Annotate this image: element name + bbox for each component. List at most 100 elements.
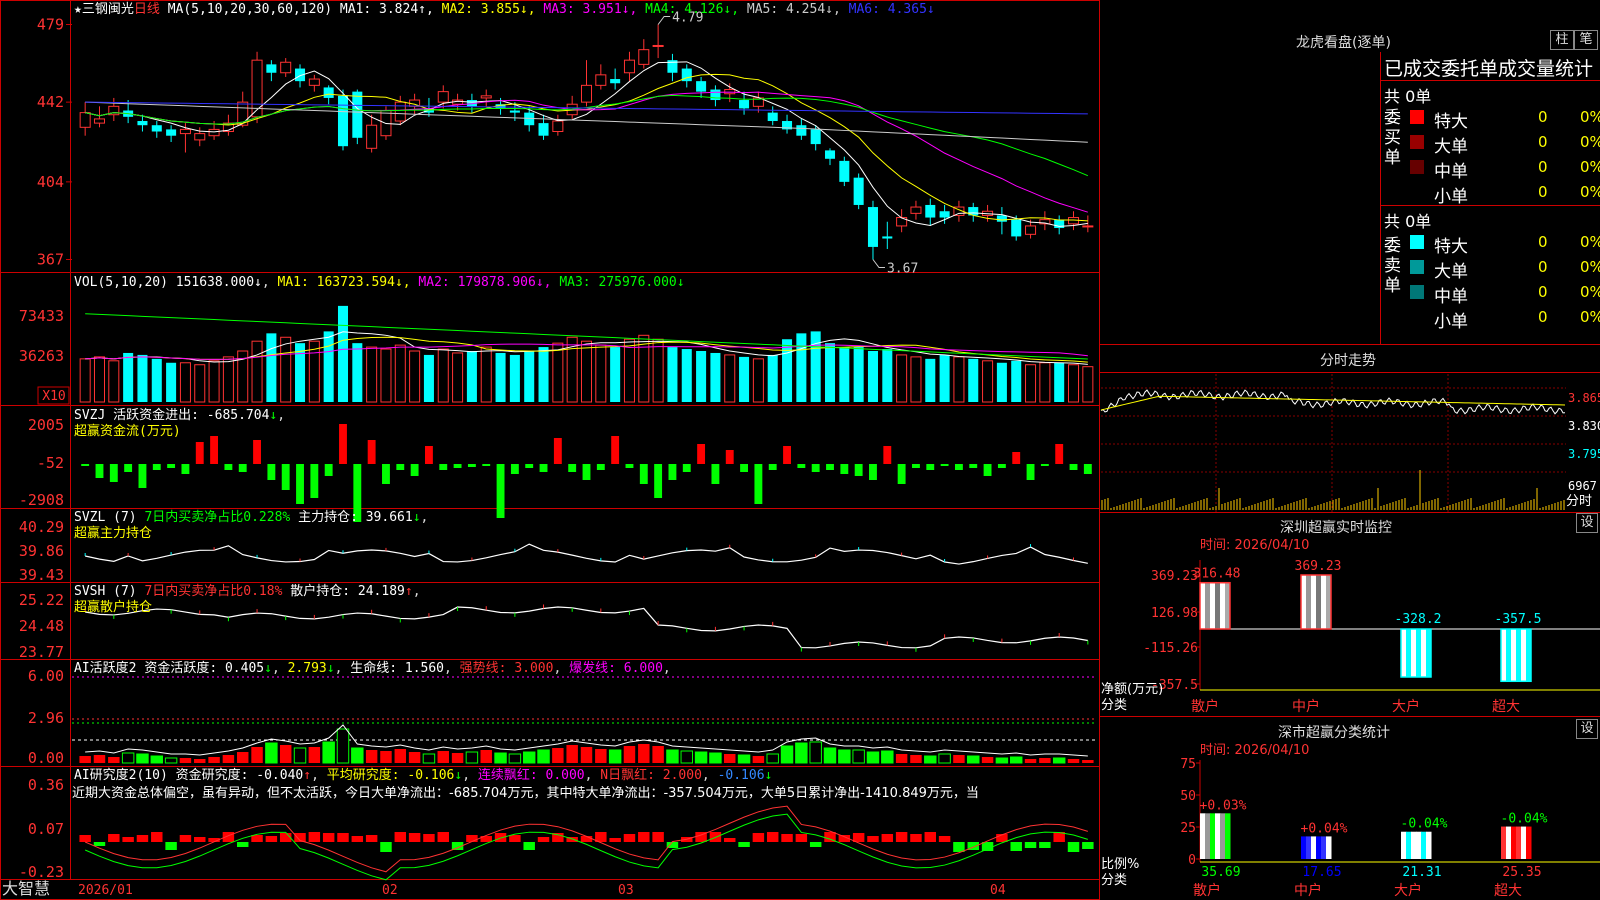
ai-activity-bars bbox=[72, 676, 1095, 764]
volume-bar bbox=[151, 358, 162, 402]
ai2-bar bbox=[638, 832, 650, 842]
svzl-tick-label: 39.43 bbox=[19, 566, 64, 584]
sz-stats-time: 时间: 2026/04/10 bbox=[1200, 743, 1310, 758]
flow-bar bbox=[296, 464, 304, 504]
candle-body bbox=[166, 129, 177, 136]
ai-research-bars bbox=[79, 805, 1094, 881]
ai2-bar bbox=[509, 835, 521, 842]
tick-mode-button[interactable]: 笔 bbox=[1574, 30, 1598, 50]
ai2-value: -0.040 bbox=[256, 768, 304, 783]
ai2-bar bbox=[953, 842, 965, 852]
lhb-row-name: 中单 bbox=[1434, 162, 1468, 182]
flow-bar bbox=[424, 446, 433, 464]
svzl-label: SVZL (7) bbox=[74, 510, 137, 525]
monitor-value-label: -328.2 bbox=[1395, 612, 1442, 627]
lhb-row-sell-1: 大单 0 0% bbox=[1410, 257, 1600, 282]
star-icon[interactable]: ★ bbox=[74, 2, 82, 17]
volume-bar bbox=[423, 354, 434, 402]
vol-ma1-value: 163723.594 bbox=[316, 275, 395, 290]
vol-ma2: MA2: 179878.906↓, bbox=[418, 275, 552, 290]
svzl-tick-label: 40.29 bbox=[19, 518, 64, 536]
ai1-desc: 资金活跃度: bbox=[144, 661, 218, 676]
intraday-title: 分时走势 bbox=[1320, 353, 1376, 369]
volume-bar bbox=[108, 360, 120, 403]
lhb-swatch bbox=[1410, 310, 1424, 324]
candle-body bbox=[853, 177, 864, 205]
flow-bar bbox=[926, 464, 935, 470]
ai1-bar bbox=[652, 746, 664, 763]
ai2-bar bbox=[623, 834, 636, 842]
volume-bar bbox=[681, 349, 692, 402]
lhb-row-count: 0 bbox=[1538, 158, 1548, 176]
sz-monitor-title: 深圳超赢实时监控 bbox=[1280, 520, 1392, 536]
volume-bar bbox=[867, 351, 878, 402]
candlestick-series: 4.793.67 bbox=[79, 10, 1094, 277]
x-label-feb: 02 bbox=[382, 883, 398, 898]
volume-bar bbox=[480, 346, 492, 403]
ai1-tick-label: 2.96 bbox=[28, 709, 64, 727]
ai1-bar bbox=[79, 756, 91, 763]
ai1-bar bbox=[623, 746, 636, 763]
monitor-tick-label: 369.23 bbox=[1151, 569, 1198, 584]
monitor-bar-stripe bbox=[1321, 575, 1327, 629]
candle-body bbox=[151, 125, 162, 132]
period-label[interactable]: 日线 bbox=[134, 2, 160, 17]
lhb-swatch bbox=[1410, 160, 1424, 174]
chart-canvas[interactable]: 4.793.67 479 442 404 367 73433 36263 X10 2005 -5… bbox=[0, 0, 1600, 900]
intraday-tick-1: 3.865 bbox=[1568, 391, 1600, 405]
volume-bar bbox=[925, 358, 936, 402]
ai1-value: 0.405 bbox=[224, 661, 265, 676]
sz-monitor-settings-button[interactable]: 设 bbox=[1576, 513, 1598, 533]
ai2-bar bbox=[1082, 842, 1094, 849]
ai1-bar bbox=[552, 748, 564, 763]
svzl-arrow: ↓ bbox=[412, 510, 421, 525]
ai1-life-label: 生命线: bbox=[350, 661, 398, 676]
ai1-bar bbox=[1052, 757, 1066, 764]
ai1-bar bbox=[508, 753, 522, 764]
monitor-tick-label: -115.26 bbox=[1143, 641, 1198, 656]
flow-bar bbox=[840, 464, 849, 474]
flow-bar bbox=[95, 464, 104, 478]
ai2-tick-label: 0.07 bbox=[28, 820, 64, 838]
buy-side-label: 委买单 bbox=[1384, 108, 1401, 168]
monitor-bar-0 bbox=[1199, 581, 1231, 630]
ai2-bar bbox=[1067, 842, 1080, 852]
stats-value-label: 17.65 bbox=[1302, 865, 1341, 880]
svzj-tick-label: -2908 bbox=[19, 491, 64, 509]
flow-bar bbox=[768, 464, 777, 470]
monitor-bar-stripe bbox=[1511, 629, 1517, 682]
volume-bar bbox=[194, 364, 206, 403]
stats-bar-2 bbox=[1401, 831, 1432, 859]
svsh-line bbox=[85, 606, 1088, 649]
flow-bar bbox=[1012, 452, 1021, 464]
lhb-swatch bbox=[1410, 260, 1424, 274]
monitor-bar-stripe bbox=[1406, 629, 1412, 677]
monitor-bar-stripe bbox=[1306, 575, 1312, 629]
bar-mode-button[interactable]: 柱 bbox=[1550, 30, 1574, 50]
monitor-bar-1 bbox=[1300, 574, 1332, 630]
ai1-bar bbox=[838, 749, 851, 764]
stats-bar-stripe bbox=[1506, 826, 1512, 859]
volume-bar bbox=[623, 338, 635, 403]
sz-stats-settings-button[interactable]: 设 bbox=[1576, 719, 1598, 739]
ai2-bar bbox=[910, 834, 922, 842]
ai1-bar bbox=[121, 752, 135, 764]
svsh-header: SVSH (7) 7日内买卖净占比0.18% 散户持仓: 24.189↑, bbox=[74, 584, 421, 599]
brand-label: 大智慧 bbox=[2, 879, 51, 898]
volume-bar bbox=[1054, 362, 1065, 402]
flow-bar bbox=[210, 436, 219, 464]
sz-monitor-ylabel1: 净额(万元) bbox=[1101, 682, 1164, 697]
flow-bar bbox=[310, 464, 319, 498]
volume-bar bbox=[939, 354, 950, 402]
ai2-avg-label: 平均研究度: bbox=[326, 768, 400, 783]
stats-cat-label: 散户 bbox=[1193, 882, 1221, 899]
ai1-bar bbox=[795, 742, 808, 764]
svzj-header: SVZJ 活跃资金进出: -685.704↓, bbox=[74, 408, 286, 423]
ai1-bar bbox=[1082, 760, 1094, 763]
ai1-bar bbox=[709, 752, 722, 764]
volume-bar bbox=[524, 351, 535, 402]
ai1-bar bbox=[881, 750, 894, 764]
ai1-bar bbox=[437, 751, 449, 763]
lhb-row-pct: 0% bbox=[1580, 133, 1600, 151]
monitor-value-label: 316.48 bbox=[1194, 567, 1241, 582]
